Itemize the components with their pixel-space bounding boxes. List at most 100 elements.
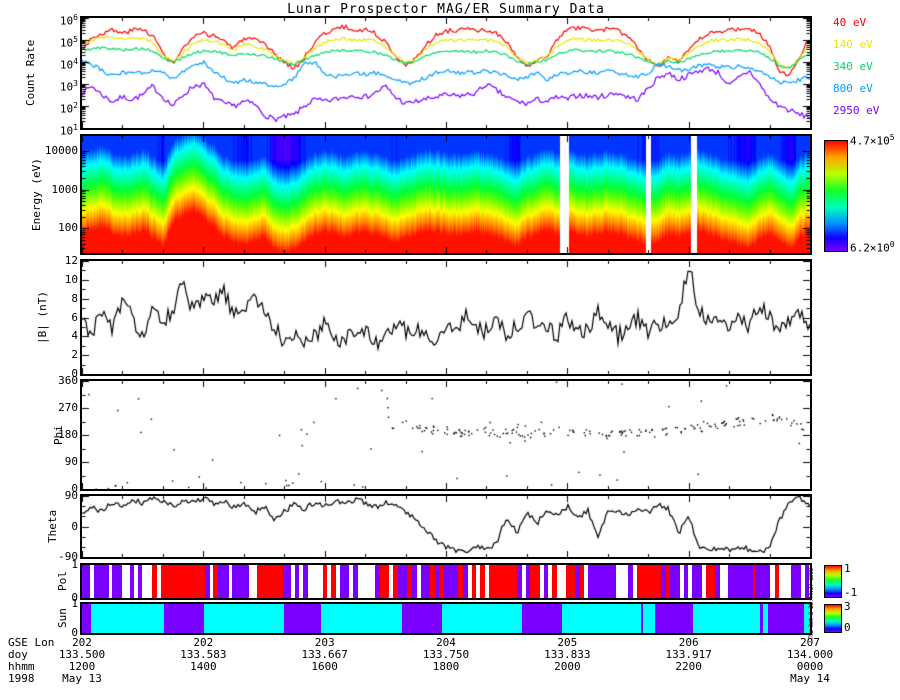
pol-ytick-label: 1 (71, 558, 78, 571)
strip-segment (530, 565, 540, 598)
strip-segment (397, 565, 408, 598)
phi-scatter-plot (82, 381, 810, 489)
strip-segment (321, 604, 402, 633)
strip-segment (791, 565, 801, 598)
energy-spectrogram (82, 136, 810, 253)
strip-segment (217, 565, 229, 598)
count_rate-ytick-label: 104 (59, 57, 78, 72)
sun-colorbar-min-label: 0 (844, 621, 851, 634)
pol-colorbar (824, 565, 842, 598)
strip-segment (161, 565, 205, 598)
strip-segment (307, 565, 323, 598)
pol-colorbar-min-label: -1 (844, 586, 858, 599)
strip-segment (94, 565, 109, 598)
x-tick-label-column: 202 133.500 1200 May 13 (58, 636, 106, 685)
theta-plot (82, 496, 810, 557)
strip-segment (779, 565, 792, 598)
strip-segment (755, 565, 770, 598)
strip-segment (705, 565, 715, 598)
bmag-panel (80, 259, 812, 376)
strip-segment (231, 565, 250, 598)
sun-colorbar-max-label: 3 (844, 600, 851, 613)
strip-segment (91, 604, 164, 633)
energy-colorbar-min-label: 6.2×100 (850, 240, 895, 255)
bmag-ytick-label: 6 (71, 310, 78, 324)
strip-segment (670, 565, 680, 598)
strip-segment (727, 565, 753, 598)
sun-ytick-label: 1 (71, 597, 78, 610)
strip-segment (637, 565, 662, 598)
strip-segment (257, 565, 283, 598)
strip-segment (443, 565, 459, 598)
strip-segment (654, 604, 693, 633)
theta-panel (80, 494, 812, 559)
strip-segment (588, 565, 617, 598)
bmag-ytick-label: 12 (64, 254, 78, 267)
strip-segment (283, 604, 322, 633)
strip-segment (420, 565, 430, 598)
legend-entry: 40 eV (833, 16, 867, 29)
strip-segment (112, 565, 122, 598)
strip-segment (401, 604, 443, 633)
strip-segment (82, 565, 90, 598)
count_rate-ytick-label: 102 (59, 101, 78, 116)
strip-segment (557, 565, 566, 598)
strip-segment (339, 565, 349, 598)
energy-spectrogram-panel (80, 134, 812, 255)
x-tick-label-column: 202 133.583 1400 (180, 636, 227, 673)
bmag-plot (82, 261, 810, 374)
strip-segment (163, 604, 204, 633)
count-rate-panel (80, 16, 812, 130)
phi-panel (80, 379, 812, 491)
phi-ytick-label: 180 (58, 428, 78, 441)
strip-segment (379, 565, 390, 598)
x-tick-label-column: 205 133.833 2000 (544, 636, 591, 673)
plot-timestamp: Thu Oct 2 20:44:37 1998 (808, 568, 815, 640)
energy-colorbar (824, 140, 848, 252)
strip-segment (643, 604, 655, 633)
strip-segment (719, 565, 728, 598)
energy-ytick-label: 10000 (44, 143, 78, 157)
theta-ytick-label: 90 (64, 489, 78, 502)
phi-ytick-label: 360 (58, 374, 78, 387)
lunar-prospector-summary-plot: Lunar Prospector MAG/ER Summary Data Cou… (0, 0, 900, 700)
strip-segment (442, 604, 523, 633)
sun-colorbar (824, 604, 842, 633)
strip-segment (357, 565, 376, 598)
bmag-ytick-label: 8 (71, 291, 78, 305)
strip-segment (767, 604, 805, 633)
x-tick-label-column: 206 133.917 2200 (665, 636, 712, 673)
pol-colorbar-max-label: 1 (844, 562, 851, 575)
strip-segment (616, 565, 629, 598)
x-tick-label-column: 207 134.000 0000 May 14 (786, 636, 834, 685)
bmag-ytick-label: 10 (64, 272, 78, 286)
strip-segment (203, 604, 284, 633)
strip-segment (282, 565, 291, 598)
strip-segment (82, 604, 92, 633)
strip-segment (565, 565, 576, 598)
phi-ytick-label: 90 (64, 455, 78, 468)
strip-segment (561, 604, 642, 633)
strip-segment (122, 565, 130, 598)
legend-entry: 2950 eV (833, 104, 880, 117)
legend-entry: 800 eV (833, 82, 873, 95)
plot-title: Lunar Prospector MAG/ER Summary Data (287, 2, 605, 17)
strip-segment (692, 565, 702, 598)
strip-segment (142, 565, 152, 598)
phi-ytick-label: 270 (58, 401, 78, 414)
strip-segment (489, 565, 518, 598)
count_rate-ytick-label: 106 (59, 13, 78, 28)
bmag-ytick-label: 2 (71, 348, 78, 362)
strip-segment (692, 604, 761, 633)
legend-entry: 340 eV (833, 60, 873, 73)
strip-segment (249, 565, 258, 598)
count_rate-ytick-label: 101 (59, 123, 78, 138)
bmag-ytick-label: 4 (71, 329, 78, 343)
pol-bar-strip (80, 563, 812, 600)
count_rate-ytick-label: 103 (59, 79, 78, 94)
strip-segment (522, 604, 562, 633)
x-tick-label-column: 204 133.750 1800 (422, 636, 470, 673)
energy-ytick-label: 100 (58, 221, 78, 235)
x-tick-label-column: 203 133.667 1600 (301, 636, 348, 673)
legend-entry: 140 eV (833, 38, 873, 51)
